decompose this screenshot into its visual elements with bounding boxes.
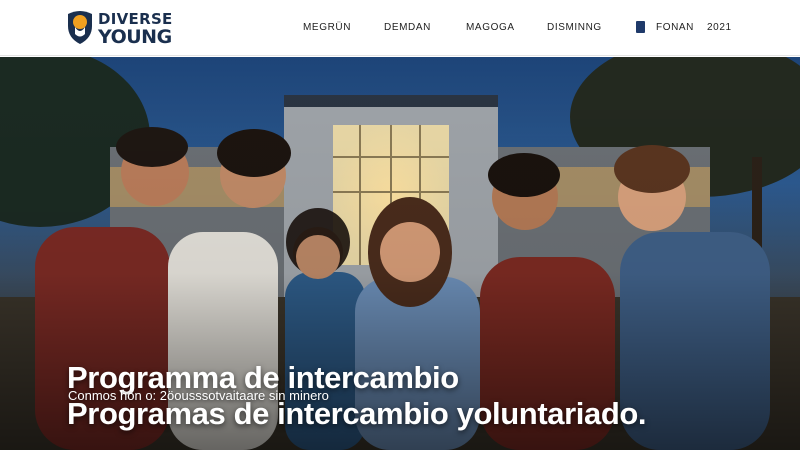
- nav-link-2[interactable]: DEMDAN: [384, 22, 431, 33]
- brand-wordmark: DIVERSE YOUNG: [98, 11, 173, 47]
- nav-language[interactable]: FONAN: [656, 22, 694, 33]
- nav-link-3[interactable]: MAGOGA: [466, 22, 515, 33]
- brand-line2: YOUNG: [98, 26, 172, 48]
- brand-line1: DIVERSE: [98, 10, 173, 28]
- shield-icon: [68, 11, 92, 44]
- hero-subtitle: Conmos hon o: 2öousssotvaitaare sin mine…: [68, 388, 329, 403]
- flag-icon[interactable]: [636, 21, 645, 33]
- nav-link-4[interactable]: DISMINNG: [547, 22, 602, 33]
- nav-year[interactable]: 2021: [707, 22, 732, 33]
- brand-logo[interactable]: DIVERSE YOUNG: [66, 8, 178, 48]
- site-header: DIVERSE YOUNG MEGRÜN DEMDAN MAGOGA DISMI…: [0, 0, 800, 56]
- nav-link-1[interactable]: MEGRÜN: [303, 22, 351, 33]
